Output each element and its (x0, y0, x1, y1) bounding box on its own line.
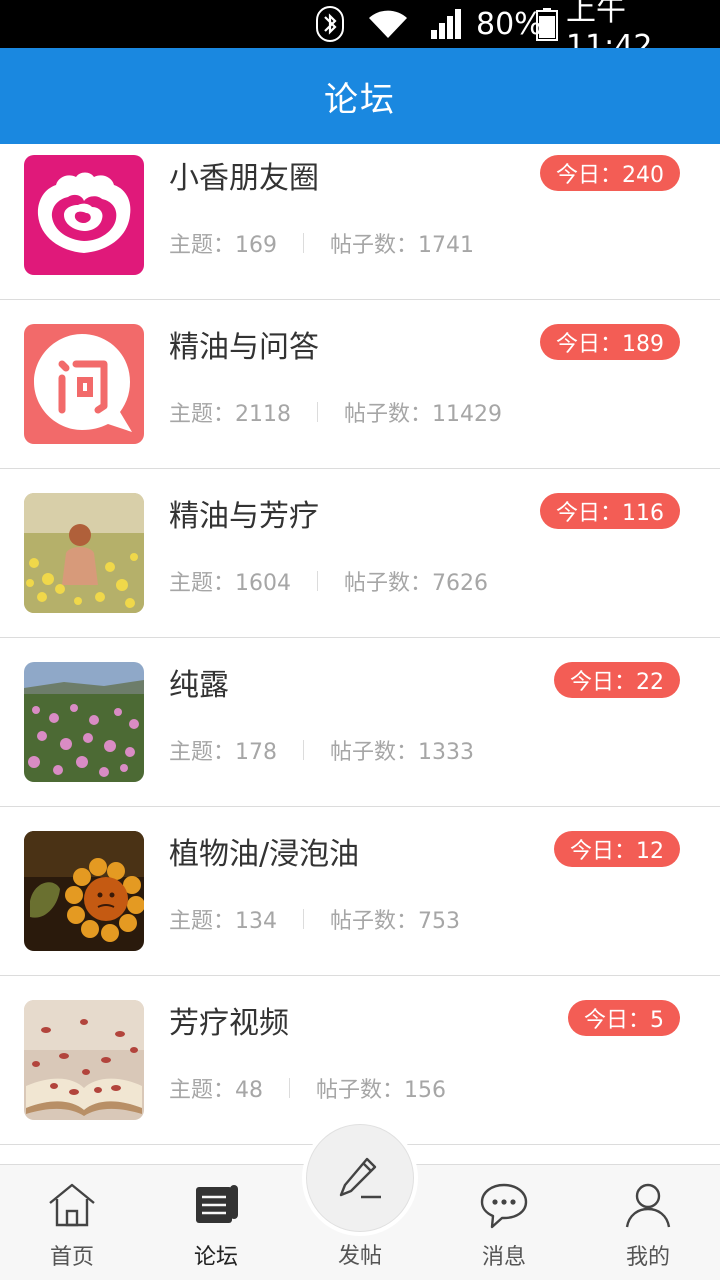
divider (303, 909, 304, 929)
today-count-badge: 今日：12 (554, 831, 680, 867)
forum-stats: 主题：169 帖子数：1741 (169, 227, 474, 259)
forum-item-video[interactable]: 芳疗视频 今日：5 主题：48 帖子数：156 (0, 976, 720, 1145)
forum-scroll-icon (192, 1181, 240, 1229)
topic-count: 主题：48 (169, 1078, 263, 1103)
tab-label: 论坛 (193, 1245, 238, 1270)
app-bar: 论坛 (0, 48, 720, 144)
post-count: 帖子数：156 (316, 1078, 446, 1103)
forum-stats: 主题：1604 帖子数：7626 (169, 565, 488, 597)
battery-percent: 80% (476, 6, 543, 42)
wifi-icon (367, 0, 409, 48)
today-count-badge: 今日：22 (554, 662, 680, 698)
topic-count: 主题：2118 (169, 402, 291, 427)
forum-name: 植物油/浸泡油 (169, 837, 360, 872)
book-petals-photo (24, 1000, 144, 1120)
divider (289, 1078, 290, 1098)
question-logo (24, 324, 144, 444)
user-icon (624, 1181, 672, 1229)
pencil-icon (339, 1157, 381, 1199)
forum-stats: 主题：134 帖子数：753 (169, 903, 460, 935)
forum-name: 芳疗视频 (169, 1006, 289, 1041)
post-count: 帖子数：1741 (330, 233, 474, 258)
forum-list: 小香朋友圈 今日：240 主题：169 帖子数：1741 精油与问答 今日：18… (0, 144, 720, 1164)
forum-name: 精油与芳疗 (169, 499, 319, 534)
tab-forum[interactable]: 论坛 (144, 1165, 288, 1280)
rose-logo (24, 155, 144, 275)
forum-item-plant-oil[interactable]: 植物油/浸泡油 今日：12 主题：134 帖子数：753 (0, 807, 720, 976)
post-count: 帖子数：11429 (344, 402, 502, 427)
forum-stats: 主题：2118 帖子数：11429 (169, 396, 502, 428)
divider (303, 233, 304, 253)
today-count-badge: 今日：189 (540, 324, 680, 360)
divider (303, 740, 304, 760)
girl-flowers-photo (24, 493, 144, 613)
today-count-badge: 今日：116 (540, 493, 680, 529)
sunflower-photo (24, 831, 144, 951)
divider (317, 571, 318, 591)
today-count-badge: 今日：240 (540, 155, 680, 191)
forum-name: 小香朋友圈 (169, 161, 319, 196)
battery-icon (536, 0, 558, 48)
tab-messages[interactable]: 消息 (432, 1165, 576, 1280)
post-count: 帖子数：753 (330, 909, 460, 934)
forum-stats: 主题：178 帖子数：1333 (169, 734, 474, 766)
tab-label: 消息 (481, 1245, 526, 1270)
rose-field-photo (24, 662, 144, 782)
forum-name: 精油与问答 (169, 330, 319, 365)
home-icon (48, 1181, 96, 1229)
tab-label: 我的 (625, 1245, 670, 1270)
today-count-badge: 今日：5 (568, 1000, 680, 1036)
topic-count: 主题：169 (169, 233, 277, 258)
tab-label: 首页 (49, 1245, 94, 1270)
bluetooth-icon (316, 0, 344, 48)
forum-stats: 主题：48 帖子数：156 (169, 1072, 446, 1104)
forum-name: 纯露 (169, 668, 229, 703)
new-post-label[interactable]: 发帖 (288, 1238, 432, 1270)
divider (317, 402, 318, 422)
signal-icon (430, 0, 464, 48)
forum-item-xiaoxiang[interactable]: 小香朋友圈 今日：240 主题：169 帖子数：1741 (0, 144, 720, 300)
forum-item-qa[interactable]: 精油与问答 今日：189 主题：2118 帖子数：11429 (0, 300, 720, 469)
status-bar: 80% 上午 11:42 (0, 0, 720, 64)
post-count: 帖子数：7626 (344, 571, 488, 596)
tab-me[interactable]: 我的 (576, 1165, 720, 1280)
page-title: 论坛 (324, 79, 396, 120)
post-count: 帖子数：1333 (330, 740, 474, 765)
tab-home[interactable]: 首页 (0, 1165, 144, 1280)
message-icon (480, 1181, 528, 1229)
clock: 上午 11:42 (566, 0, 653, 64)
topic-count: 主题：1604 (169, 571, 291, 596)
forum-item-hydrosol[interactable]: 纯露 今日：22 主题：178 帖子数：1333 (0, 638, 720, 807)
topic-count: 主题：178 (169, 740, 277, 765)
new-post-button[interactable] (306, 1124, 414, 1232)
forum-item-aromatherapy[interactable]: 精油与芳疗 今日：116 主题：1604 帖子数：7626 (0, 469, 720, 638)
topic-count: 主题：134 (169, 909, 277, 934)
